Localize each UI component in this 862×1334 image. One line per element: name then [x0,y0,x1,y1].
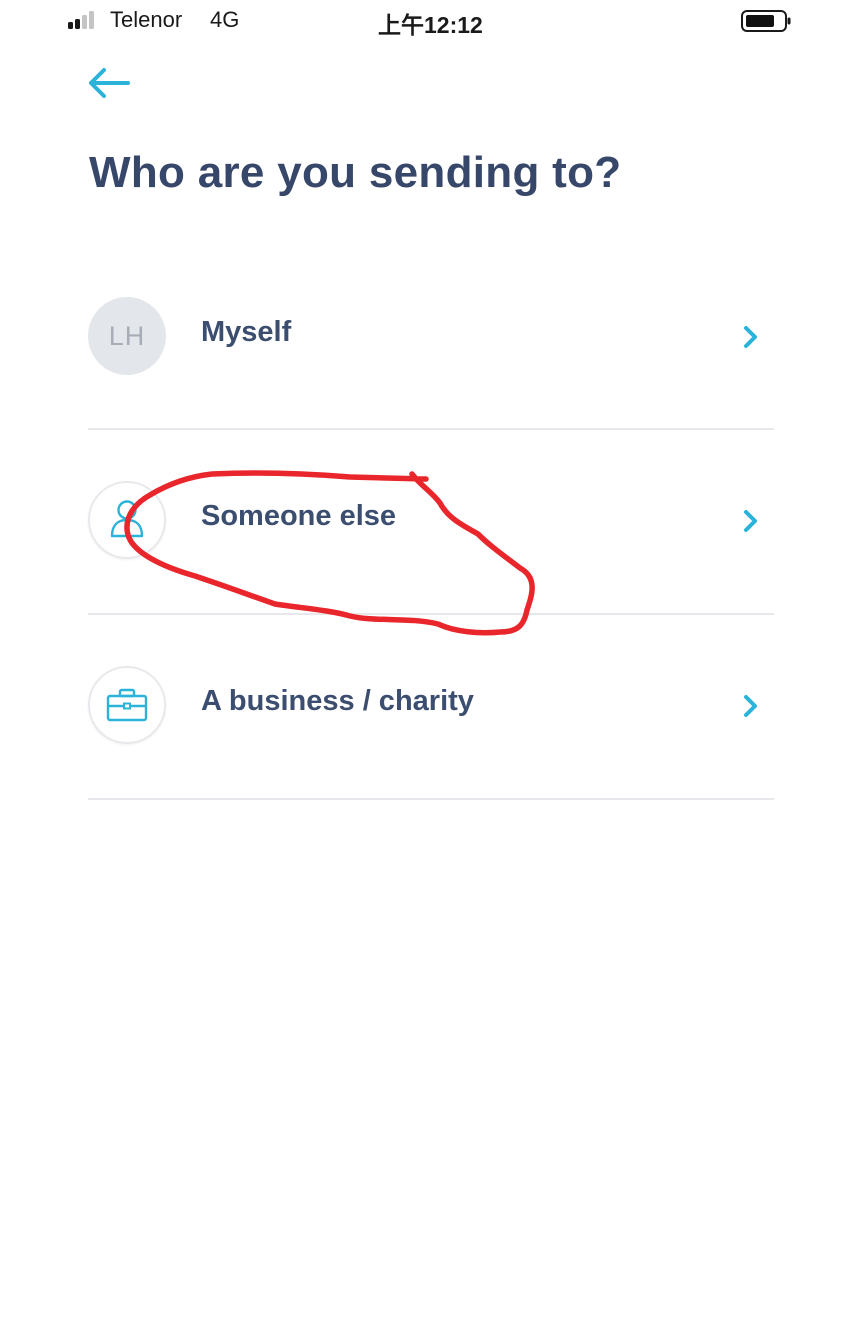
option-myself[interactable]: LH Myself [88,246,774,430]
page-title: Who are you sending to? [89,148,622,197]
back-button[interactable] [84,62,136,106]
network-type: 4G [210,7,240,32]
chevron-right-icon [744,326,757,348]
avatar [88,666,166,744]
option-label: Someone else [201,500,397,532]
status-time: 上午12:12 [378,12,483,38]
option-label: Myself [201,316,292,348]
chevron-right-icon [744,510,757,532]
briefcase-icon [106,688,148,722]
person-icon [110,500,144,538]
option-someone-else[interactable]: Someone else [88,430,774,615]
avatar [88,481,166,559]
status-bar: Telenor 4G 上午12:12 [0,0,862,42]
carrier-name: Telenor [110,7,183,32]
recipient-type-list: LH Myself Someone else A business / char… [88,246,774,800]
arrow-left-icon [89,68,130,98]
option-business-charity[interactable]: A business / charity [88,615,774,800]
signal-strength-icon [68,11,102,29]
chevron-right-icon [744,695,757,717]
avatar: LH [88,297,166,375]
option-label: A business / charity [201,685,474,717]
battery-icon [741,10,791,32]
